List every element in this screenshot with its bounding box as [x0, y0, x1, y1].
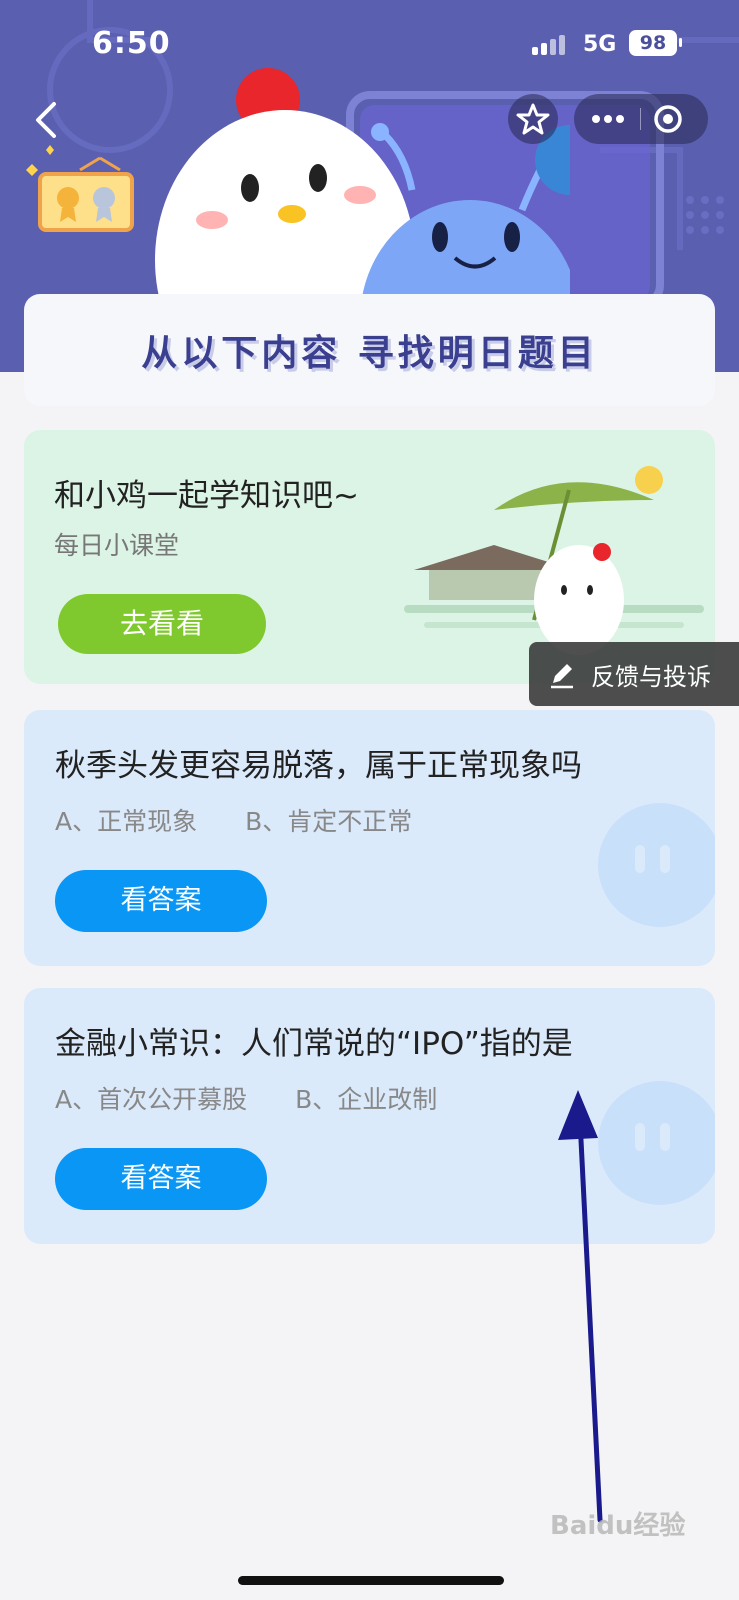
target-circle-icon: [654, 105, 682, 133]
question-title: 秋季头发更容易脱落，属于正常现象吗: [55, 748, 582, 784]
banner-card: 从以下内容 寻找明日题目: [24, 294, 715, 406]
question-options: A、首次公开募股 B、企业改制: [55, 1080, 437, 1116]
clock-time: 6:50: [92, 26, 171, 61]
option-b: B、企业改制: [295, 1085, 438, 1114]
network-type: 5G: [583, 32, 617, 57]
status-bar: 6:50 5G 98: [0, 0, 739, 84]
back-button[interactable]: [28, 98, 68, 142]
battery-level: 98: [629, 30, 677, 56]
star-icon: [516, 103, 550, 135]
watermark-text: Baidu经验: [550, 1511, 686, 1541]
home-indicator[interactable]: [238, 1576, 504, 1585]
option-a: A、正常现象: [55, 807, 198, 836]
option-b: B、肯定不正常: [245, 807, 413, 836]
annotation-arrow: [558, 1090, 603, 1523]
option-a: A、首次公开募股: [55, 1085, 248, 1114]
battery-tip: [679, 38, 682, 47]
more-button[interactable]: [574, 94, 640, 144]
view-answer-button[interactable]: 看答案: [55, 870, 267, 932]
mini-program-capsule: [574, 94, 708, 144]
feedback-label: 反馈与投诉: [591, 662, 711, 691]
lesson-title: 和小鸡一起学知识吧~: [54, 478, 359, 514]
question-options: A、正常现象 B、肯定不正常: [55, 802, 412, 838]
pen-edit-icon: [551, 664, 573, 689]
signal-strength-icon: [532, 35, 565, 55]
question-title: 金融小常识：人们常说的“IPO”指的是: [55, 1026, 573, 1062]
medal-board-icon: [26, 145, 134, 232]
favorite-button[interactable]: [508, 94, 558, 144]
go-see-button[interactable]: 去看看: [58, 594, 266, 654]
chat-bubble-icon: [598, 803, 715, 927]
view-answer-button[interactable]: 看答案: [55, 1148, 267, 1210]
banner-title: 从以下内容 寻找明日题目: [141, 333, 598, 374]
lesson-subtitle: 每日小课堂: [54, 531, 180, 560]
feedback-button[interactable]: 反馈与投诉: [529, 642, 739, 706]
close-program-button[interactable]: [641, 94, 708, 144]
chevron-left-icon: [36, 102, 56, 138]
more-dots-icon: [592, 115, 624, 123]
question-card: 秋季头发更容易脱落，属于正常现象吗 A、正常现象 B、肯定不正常 看答案: [24, 710, 715, 966]
